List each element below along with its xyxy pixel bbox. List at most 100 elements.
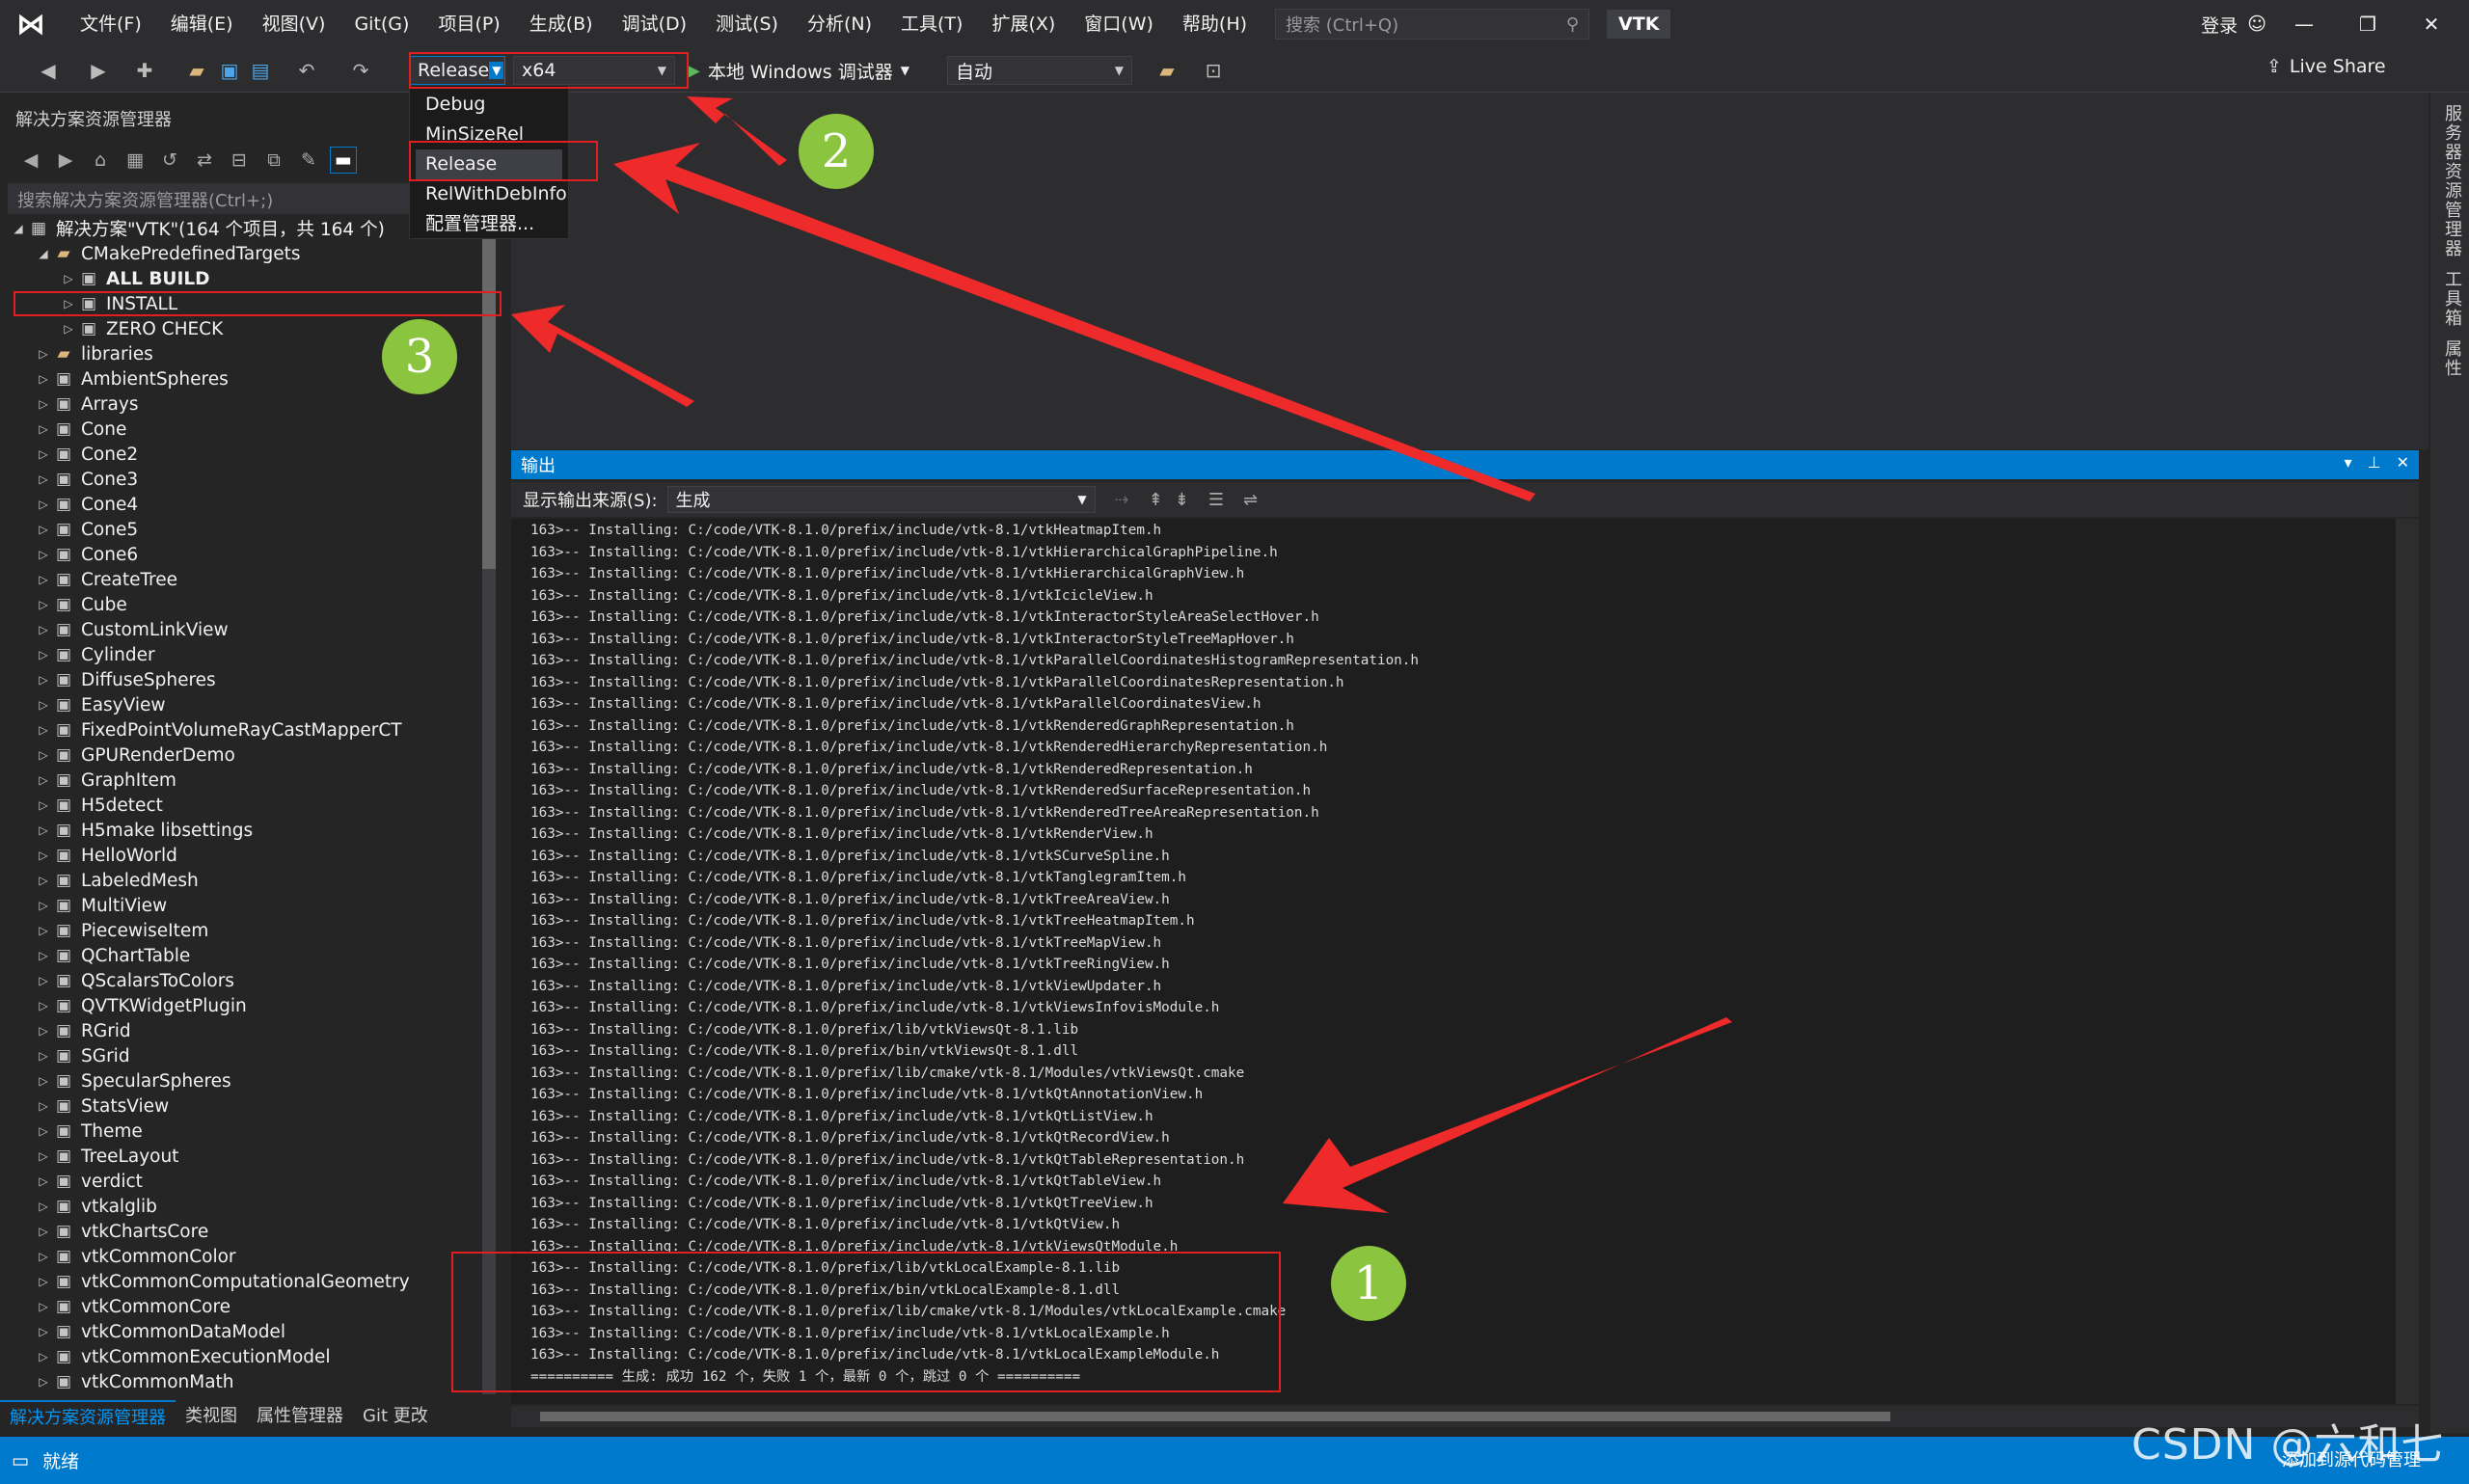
menu-item[interactable]: 文件(F) (66, 0, 156, 48)
expand-arrow-icon[interactable]: ▷ (33, 798, 54, 812)
previous-message-icon[interactable]: ⇞ (1149, 490, 1163, 510)
forward-icon[interactable]: ▶ (52, 147, 79, 174)
tree-item[interactable]: ▷ ▣ vtkalglib (0, 1194, 482, 1219)
expand-arrow-icon[interactable]: ▷ (33, 548, 54, 561)
tree-item[interactable]: ▷ ▣ Cone5 (0, 517, 482, 542)
expand-arrow-icon[interactable]: ▷ (33, 1375, 54, 1389)
expand-arrow-icon[interactable]: ▷ (33, 1350, 54, 1363)
tree-item[interactable]: ▷ ▣ Cone (0, 417, 482, 442)
close-panel-icon[interactable]: ✕ (2397, 453, 2409, 472)
side-tab[interactable]: 属性 (2439, 339, 2464, 378)
clear-all-icon[interactable]: ☰ (1208, 490, 1224, 510)
tree-item[interactable]: ▷ ▣ vtkChartsCore (0, 1219, 482, 1244)
sync-icon[interactable]: ⇄ (191, 147, 218, 174)
tree-item[interactable]: ▷ ▣ Cone6 (0, 542, 482, 567)
expand-arrow-icon[interactable]: ▷ (33, 347, 54, 361)
pin-icon[interactable]: ⊥ (2368, 453, 2381, 472)
expand-arrow-icon[interactable]: ▷ (33, 1049, 54, 1063)
output-source-combo[interactable]: 生成 ▼ (666, 486, 1096, 513)
expand-arrow-icon[interactable]: ◢ (8, 222, 29, 235)
tree-item[interactable]: ▷ ▣ QScalarsToColors (0, 968, 482, 993)
menu-item[interactable]: 视图(V) (248, 0, 340, 48)
config-option[interactable]: 配置管理器... (410, 209, 568, 239)
menu-item[interactable]: Git(G) (339, 0, 423, 48)
expand-arrow-icon[interactable]: ▷ (33, 698, 54, 712)
solution-tab[interactable]: 解决方案资源管理器 (0, 1400, 176, 1429)
history-icon[interactable]: ↺ (156, 147, 183, 174)
expand-arrow-icon[interactable]: ▷ (33, 498, 54, 511)
expand-arrow-icon[interactable]: ▷ (33, 573, 54, 586)
login-label[interactable]: 登录 (2201, 12, 2238, 38)
tree-item[interactable]: ▷ ▣ StatsView (0, 1093, 482, 1119)
switch-views-icon[interactable]: ▦ (122, 147, 149, 174)
auto-combo[interactable]: 自动 ▼ (947, 56, 1132, 85)
expand-arrow-icon[interactable]: ▷ (33, 648, 54, 661)
tree-item[interactable]: ▷ ▣ PiecewiseItem (0, 918, 482, 943)
screenshot-icon[interactable]: ⊡ (1200, 56, 1227, 85)
tree-item[interactable]: ▷ ▣ CreateTree (0, 567, 482, 592)
tree-item[interactable]: ▷ ▣ LabeledMesh (0, 868, 482, 893)
save-icon[interactable]: ▣ (216, 56, 243, 85)
user-icon[interactable]: ☺ (2247, 13, 2266, 35)
tree-item[interactable]: ▷ ▣ vtkCommonDataModel (0, 1319, 482, 1344)
forward-icon[interactable]: ▶ (85, 56, 112, 85)
tree-item[interactable]: ▷ ▣ RGrid (0, 1018, 482, 1043)
tree-item[interactable]: ▷ ▣ GraphItem (0, 768, 482, 793)
menu-item[interactable]: 帮助(H) (1168, 0, 1262, 48)
show-all-files-icon[interactable]: ⧉ (260, 147, 287, 174)
output-horizontal-scroll-thumb[interactable] (540, 1412, 1890, 1421)
expand-arrow-icon[interactable]: ▷ (33, 598, 54, 611)
window-position-icon[interactable]: ▾ (2345, 453, 2352, 472)
expand-arrow-icon[interactable]: ▷ (33, 1200, 54, 1213)
solution-tab[interactable]: Git 更改 (353, 1400, 438, 1429)
menu-item[interactable]: 生成(B) (515, 0, 608, 48)
login-area[interactable]: 登录 ☺ (2201, 0, 2266, 48)
menu-item[interactable]: 项目(P) (423, 0, 514, 48)
tree-item[interactable]: ▷ ▣ Cylinder (0, 642, 482, 667)
tree-item[interactable]: ▷ ▣ H5make libsettings (0, 818, 482, 843)
expand-arrow-icon[interactable]: ▷ (33, 623, 54, 636)
expand-arrow-icon[interactable]: ◢ (33, 247, 54, 260)
solution-tab[interactable]: 类视图 (176, 1400, 247, 1429)
expand-arrow-icon[interactable]: ▷ (33, 924, 54, 937)
collapse-all-icon[interactable]: ⊟ (226, 147, 253, 174)
output-vertical-scrollbar[interactable] (2396, 519, 2419, 1404)
expand-arrow-icon[interactable]: ▷ (33, 748, 54, 762)
side-tab[interactable]: 工具箱 (2439, 270, 2464, 328)
redo-icon[interactable]: ↷ (347, 56, 374, 85)
expand-arrow-icon[interactable]: ▷ (33, 397, 54, 411)
tree-item[interactable]: ▷ ▣ Cone2 (0, 442, 482, 467)
expand-arrow-icon[interactable]: ▷ (58, 322, 79, 336)
expand-arrow-icon[interactable]: ▷ (33, 999, 54, 1012)
new-project-icon[interactable]: ✚ (131, 56, 158, 85)
tree-item[interactable]: ▷ ▣ SGrid (0, 1043, 482, 1068)
expand-arrow-icon[interactable]: ▷ (33, 974, 54, 987)
tree-item[interactable]: ▷ ▣ vtkCommonCore (0, 1294, 482, 1319)
config-option[interactable]: Debug (410, 90, 568, 120)
expand-arrow-icon[interactable]: ▷ (33, 723, 54, 737)
preview-icon[interactable]: ▬ (330, 147, 357, 174)
back-icon[interactable]: ◀ (35, 56, 62, 85)
expand-arrow-icon[interactable]: ▷ (33, 949, 54, 962)
menu-item[interactable]: 工具(T) (886, 0, 977, 48)
next-message-icon[interactable]: ⇟ (1175, 490, 1189, 510)
search-box[interactable]: 搜索 (Ctrl+Q) ⚲ (1275, 9, 1590, 40)
tree-item[interactable]: ▷ ▣ CustomLinkView (0, 617, 482, 642)
tree-item[interactable]: ▷ ▣ MultiView (0, 893, 482, 918)
tree-item[interactable]: ▷ ▣ HelloWorld (0, 843, 482, 868)
tree-item[interactable]: ▷ ▣ GPURenderDemo (0, 742, 482, 768)
tree-item[interactable]: ▷ ▣ vtkCommonExecutionModel (0, 1344, 482, 1369)
tree-item[interactable]: ▷ ▣ vtkCommonComputationalGeometry (0, 1269, 482, 1294)
expand-arrow-icon[interactable]: ▷ (33, 849, 54, 862)
tree-item[interactable]: ▷ ▣ Theme (0, 1119, 482, 1144)
expand-arrow-icon[interactable]: ▷ (58, 272, 79, 285)
home-icon[interactable]: ⌂ (87, 147, 114, 174)
expand-arrow-icon[interactable]: ▷ (33, 447, 54, 461)
menu-item[interactable]: 调试(D) (608, 0, 701, 48)
find-message-icon[interactable]: ⇢ (1115, 490, 1129, 510)
expand-arrow-icon[interactable]: ▷ (33, 1300, 54, 1313)
solution-tab[interactable]: 属性管理器 (247, 1400, 353, 1429)
config-option[interactable]: RelWithDebInfo (410, 179, 568, 209)
tree-item[interactable]: ▷ ▣ vtkCommonMath (0, 1369, 482, 1394)
expand-arrow-icon[interactable]: ▷ (33, 1074, 54, 1088)
